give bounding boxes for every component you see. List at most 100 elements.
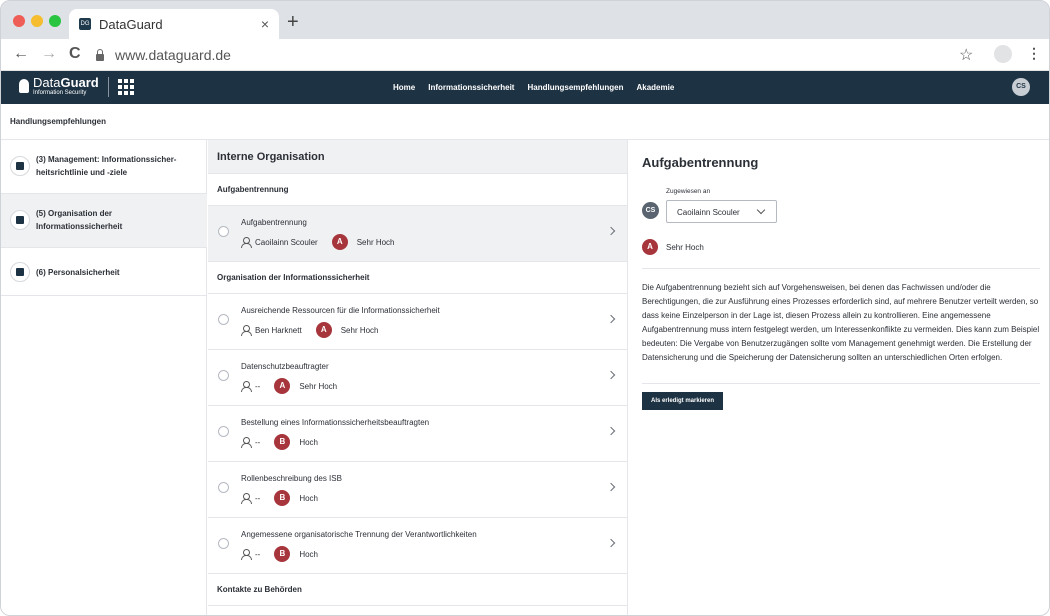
mark-done-button[interactable]: Als erledigt markieren bbox=[642, 392, 723, 410]
task-assignee: -- bbox=[255, 493, 261, 503]
priority-label: Hoch bbox=[299, 437, 319, 447]
main-nav: Home Informationssicherheit Handlungsemp… bbox=[393, 71, 674, 104]
task-assignee: Caoilainn Scouler bbox=[255, 237, 318, 247]
task-list-header: Interne Organisation bbox=[208, 140, 627, 174]
priority-badge: A bbox=[331, 234, 348, 250]
breadcrumb: Handlungsempfehlungen bbox=[10, 117, 106, 126]
task-row[interactable]: Aufgabentrennung Caoilainn Scouler A Seh… bbox=[208, 206, 627, 262]
category-item-organisation[interactable]: (5) Organisation der Informationssicherh… bbox=[1, 194, 207, 248]
category-item-personalsicherheit[interactable]: (6) Personalsicherheit bbox=[1, 248, 207, 296]
task-title: Angemessene organisatorische Trennung de… bbox=[241, 530, 477, 539]
lock-icon bbox=[95, 49, 105, 61]
person-icon bbox=[241, 549, 252, 560]
category-sidebar: (3) Management: Informationssicher-heits… bbox=[1, 140, 207, 615]
address-bar: ← → C www.dataguard.de ☆ ⋮ bbox=[1, 39, 1049, 71]
app-grid-icon[interactable] bbox=[118, 79, 134, 95]
task-checkbox[interactable] bbox=[218, 482, 229, 493]
url-field[interactable]: www.dataguard.de bbox=[95, 43, 985, 67]
task-list-title: Interne Organisation bbox=[217, 151, 325, 163]
tab-close-icon[interactable]: × bbox=[261, 16, 269, 32]
dataguard-favicon-icon: DG bbox=[79, 18, 91, 30]
assignee-avatar: CS bbox=[642, 202, 659, 219]
priority-badge: B bbox=[274, 490, 291, 506]
logo-word-guard: Guard bbox=[60, 75, 99, 90]
dataguard-shield-icon bbox=[19, 79, 29, 93]
task-assignee: -- bbox=[255, 549, 261, 559]
task-assignee: -- bbox=[255, 381, 261, 391]
forward-arrow-icon[interactable]: → bbox=[41, 45, 57, 63]
browser-menu-icon[interactable]: ⋮ bbox=[1027, 45, 1041, 62]
assignee-select-value: Caoilainn Scouler bbox=[677, 208, 740, 217]
tab-title: DataGuard bbox=[99, 16, 163, 32]
task-row[interactable]: Angemessene organisatorische Trennung de… bbox=[208, 518, 627, 574]
person-icon bbox=[241, 437, 252, 448]
task-checkbox[interactable] bbox=[218, 426, 229, 437]
section-header: Organisation der Informationssicherheit bbox=[208, 262, 627, 294]
priority-label: Sehr Hoch bbox=[356, 237, 395, 247]
nav-home[interactable]: Home bbox=[393, 83, 415, 92]
page-content: Handlungsempfehlungen (3) Management: In… bbox=[1, 104, 1049, 615]
section-header: Aufgabentrennung bbox=[208, 174, 627, 206]
task-description: Die Aufgabentrennung bezieht sich auf Vo… bbox=[642, 283, 1040, 362]
chevron-down-icon bbox=[756, 205, 766, 215]
detail-priority: A Sehr Hoch bbox=[642, 239, 704, 255]
priority-label: Sehr Hoch bbox=[299, 381, 338, 391]
browser-window: DG DataGuard × + ← → C www.dataguard.de … bbox=[0, 0, 1050, 616]
category-item-management[interactable]: (3) Management: Informationssicher-heits… bbox=[1, 140, 207, 194]
section-title: Kontakte zu Behörden bbox=[217, 585, 302, 594]
priority-badge: A bbox=[274, 378, 291, 394]
management-icon bbox=[10, 156, 30, 176]
task-row[interactable]: Bestellung eines Informationssicherheits… bbox=[208, 406, 627, 462]
url-text: www.dataguard.de bbox=[115, 47, 231, 63]
nav-akademie[interactable]: Akademie bbox=[636, 83, 674, 92]
priority-badge: B bbox=[274, 546, 291, 562]
close-window-button[interactable] bbox=[13, 15, 25, 27]
back-arrow-icon[interactable]: ← bbox=[13, 45, 29, 63]
header-divider bbox=[108, 77, 109, 97]
person-icon bbox=[241, 325, 252, 336]
task-title: Rollenbeschreibung des ISB bbox=[241, 474, 342, 483]
tab-strip: DG DataGuard × + bbox=[1, 1, 1049, 39]
section-header: Kontakte zu Behörden bbox=[208, 574, 627, 606]
task-checkbox[interactable] bbox=[218, 538, 229, 549]
dataguard-logo[interactable]: DataGuard Information Security bbox=[19, 76, 99, 96]
chevron-right-icon bbox=[606, 538, 616, 548]
new-tab-icon[interactable]: + bbox=[287, 11, 299, 34]
priority-label: Sehr Hoch bbox=[666, 242, 704, 252]
reload-icon[interactable]: C bbox=[69, 45, 81, 63]
task-row[interactable]: Datenschutzbeauftragter -- A Sehr Hoch bbox=[208, 350, 627, 406]
nav-informationssicherheit[interactable]: Informationssicherheit bbox=[428, 83, 514, 92]
browser-tab[interactable]: DG DataGuard × bbox=[69, 9, 279, 39]
priority-label: Sehr Hoch bbox=[340, 325, 379, 335]
maximize-window-button[interactable] bbox=[49, 15, 61, 27]
bookmark-star-icon[interactable]: ☆ bbox=[959, 45, 973, 65]
person-icon bbox=[241, 493, 252, 504]
task-row[interactable]: Rollenbeschreibung des ISB -- B Hoch bbox=[208, 462, 627, 518]
task-checkbox[interactable] bbox=[218, 314, 229, 325]
task-title: Datenschutzbeauftragter bbox=[241, 362, 329, 371]
priority-label: Hoch bbox=[299, 493, 319, 503]
logo-subtitle: Information Security bbox=[33, 90, 87, 96]
nav-handlungsempfehlungen[interactable]: Handlungsempfehlungen bbox=[527, 83, 623, 92]
category-label: (5) Organisation der Informationssicherh… bbox=[36, 209, 123, 231]
logo-word-data: Data bbox=[33, 75, 61, 90]
minimize-window-button[interactable] bbox=[31, 15, 43, 27]
task-list-panel: Interne Organisation Aufgabentrennung Au… bbox=[208, 140, 628, 615]
assignee-select[interactable]: Caoilainn Scouler bbox=[666, 200, 777, 223]
user-avatar[interactable]: CS bbox=[1012, 78, 1030, 96]
chevron-right-icon bbox=[606, 314, 616, 324]
detail-title: Aufgabentrennung bbox=[642, 155, 759, 170]
category-label: (3) Management: Informationssicher-heits… bbox=[36, 155, 177, 177]
task-checkbox[interactable] bbox=[218, 370, 229, 381]
task-row[interactable]: Ausreichende Ressourcen für die Informat… bbox=[208, 294, 627, 350]
chevron-right-icon bbox=[606, 482, 616, 492]
divider bbox=[642, 268, 1040, 269]
task-detail-panel: Aufgabentrennung Zugewiesen an CS Caoila… bbox=[629, 140, 1049, 615]
people-icon bbox=[10, 262, 30, 282]
priority-badge: B bbox=[274, 434, 291, 450]
browser-profile-icon[interactable] bbox=[994, 45, 1012, 63]
assigned-label: Zugewiesen an bbox=[666, 188, 711, 195]
category-label: (6) Personalsicherheit bbox=[36, 268, 120, 277]
task-checkbox[interactable] bbox=[218, 226, 229, 237]
app-header: DataGuard Information Security Home Info… bbox=[1, 71, 1049, 104]
